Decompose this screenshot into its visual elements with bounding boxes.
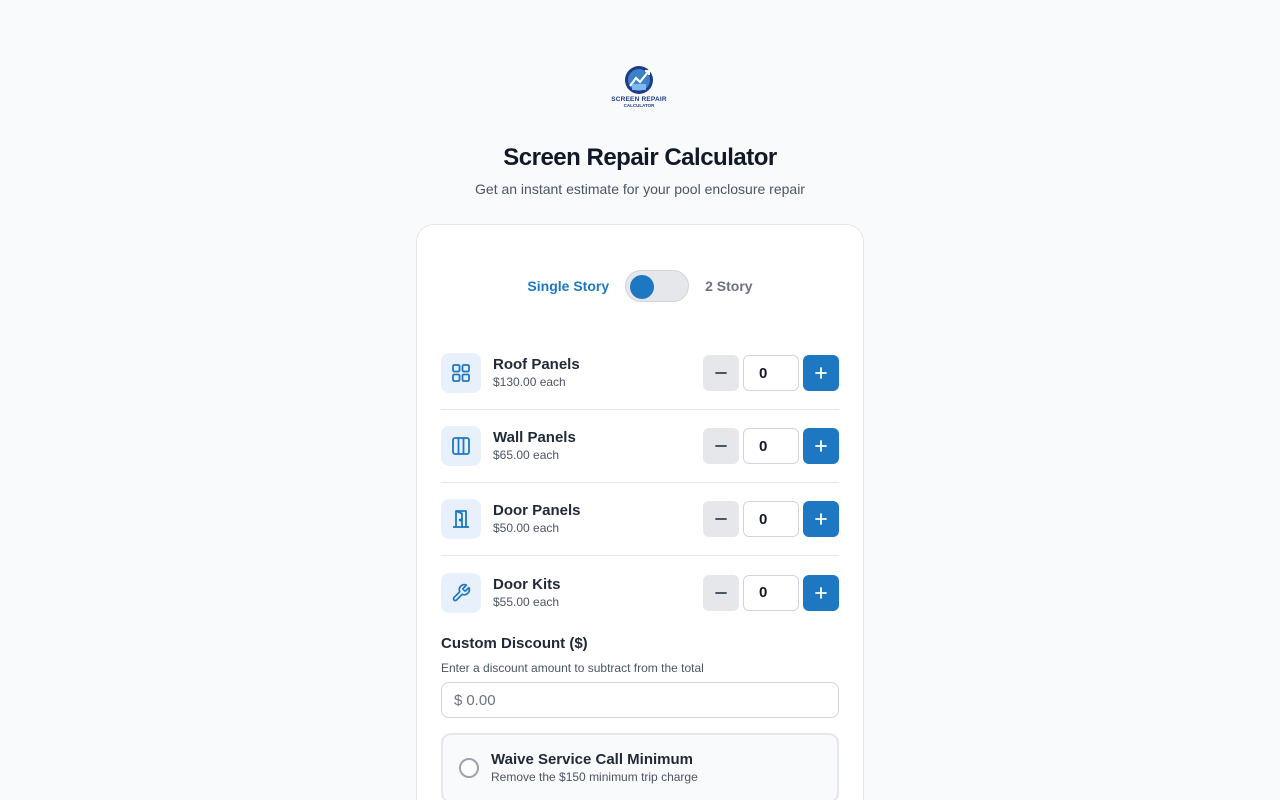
increase-button[interactable] xyxy=(803,501,839,537)
item-price: $65.00 each xyxy=(493,448,560,462)
story-selector: Single Story 2 Story xyxy=(417,269,863,303)
plus-icon xyxy=(815,586,827,599)
item-row-door-panels: Door Panels $50.00 each xyxy=(441,483,839,556)
columns-icon xyxy=(441,426,481,466)
currency-symbol: $ xyxy=(454,691,463,709)
logo: SCREEN REPAIR CALCULATOR xyxy=(608,64,670,114)
item-price: $130.00 each xyxy=(493,375,566,389)
story-toggle[interactable] xyxy=(625,270,690,302)
discount-label: Custom Discount ($) xyxy=(441,635,588,652)
item-name: Roof Panels xyxy=(493,356,580,373)
logo-icon xyxy=(625,66,653,94)
logo-subtext: CALCULATOR xyxy=(623,103,655,108)
item-row-wall-panels: Wall Panels $65.00 each xyxy=(441,410,839,483)
waive-description: Remove the $150 minimum trip charge xyxy=(491,770,698,784)
calculator-card: Single Story 2 Story Roof Panels $130.00… xyxy=(416,224,864,800)
item-price: $50.00 each xyxy=(493,521,560,535)
minus-icon xyxy=(715,372,727,374)
minus-icon xyxy=(715,591,727,594)
toggle-knob xyxy=(630,275,655,299)
quantity-input[interactable] xyxy=(743,355,799,391)
increase-button[interactable] xyxy=(803,355,839,391)
quantity-input[interactable] xyxy=(743,428,799,464)
page-title: Screen Repair Calculator xyxy=(503,144,777,171)
increase-button[interactable] xyxy=(803,428,839,464)
item-row-roof-panels: Roof Panels $130.00 each xyxy=(441,337,839,410)
single-story-label[interactable]: Single Story xyxy=(527,278,609,294)
item-list: Roof Panels $130.00 each 0 Wall Panels $… xyxy=(441,337,839,629)
plus-icon xyxy=(815,440,827,452)
discount-help-text: Enter a discount amount to subtract from… xyxy=(441,661,704,675)
decrease-button[interactable] xyxy=(703,428,739,464)
quantity-stepper xyxy=(703,574,839,611)
quantity-input[interactable] xyxy=(743,574,799,611)
decrease-button[interactable] xyxy=(703,355,739,391)
discount-input[interactable] xyxy=(466,691,807,709)
item-price: $55.00 each xyxy=(493,594,560,609)
plus-icon xyxy=(815,513,827,525)
minus-icon xyxy=(715,445,727,447)
quantity-input[interactable] xyxy=(743,501,799,537)
discount-field[interactable]: $ xyxy=(441,682,839,718)
door-icon xyxy=(441,499,481,539)
quantity-stepper xyxy=(703,355,839,391)
increase-button[interactable] xyxy=(803,574,839,611)
quantity-stepper xyxy=(703,428,839,464)
grid-icon xyxy=(441,353,481,393)
discount-section: Custom Discount ($) Enter a discount amo… xyxy=(441,635,839,718)
page-subtitle: Get an instant estimate for your pool en… xyxy=(475,181,805,197)
logo-text: SCREEN REPAIR xyxy=(611,96,667,103)
item-name: Door Kits xyxy=(493,575,561,593)
minus-icon xyxy=(715,518,727,520)
item-name: Wall Panels xyxy=(493,429,576,446)
two-story-label[interactable]: 2 Story xyxy=(705,278,752,294)
decrease-button[interactable] xyxy=(703,574,739,611)
quantity-stepper xyxy=(703,501,839,537)
plus-icon xyxy=(815,367,827,379)
waive-title: Waive Service Call Minimum xyxy=(491,751,694,768)
item-row-door-kits: Door Kits $55.00 each xyxy=(441,556,839,629)
item-name: Door Panels xyxy=(493,502,581,519)
waive-checkbox[interactable] xyxy=(459,758,479,778)
wrench-icon xyxy=(441,572,481,613)
waive-service-call-option[interactable]: Waive Service Call Minimum Remove the $1… xyxy=(441,733,839,800)
decrease-button[interactable] xyxy=(703,501,739,537)
